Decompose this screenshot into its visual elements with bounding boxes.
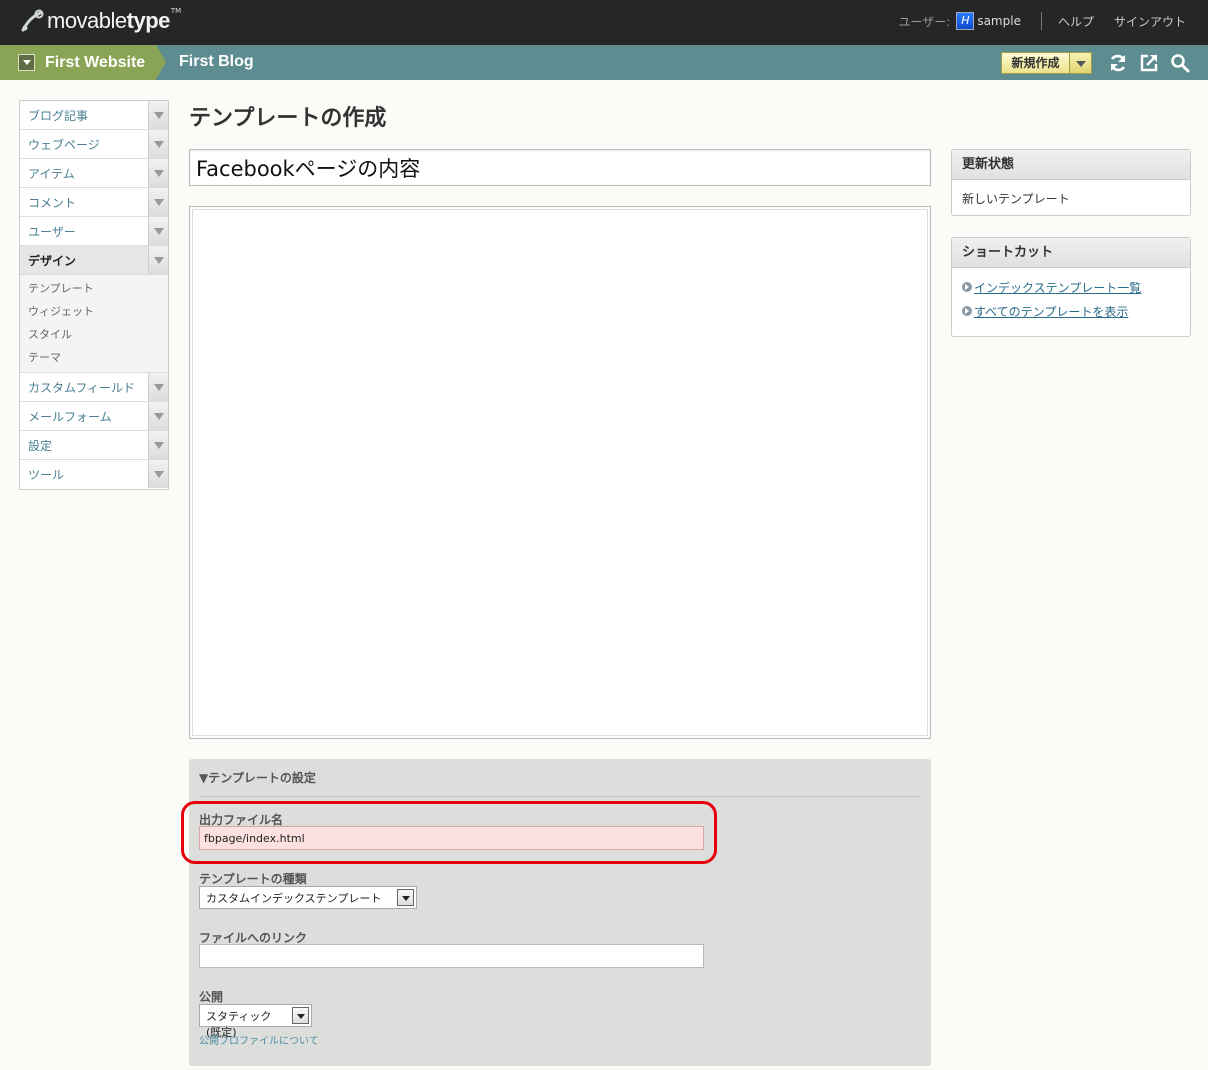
logo-text-bold: type <box>126 8 171 33</box>
chevron-down-icon[interactable] <box>292 1007 309 1024</box>
sidebar-item-settings[interactable]: 設定 <box>20 431 168 460</box>
sidebar-item-label: アイテム <box>28 166 75 181</box>
template-type-value: カスタムインデックステンプレート <box>206 892 382 905</box>
page-title: テンプレートの作成 <box>189 106 387 131</box>
sidebar-item-label: メールフォーム <box>28 409 112 424</box>
sidebar-item-assets[interactable]: アイテム <box>20 159 168 188</box>
submenu-item-themes[interactable]: テーマ <box>20 346 168 369</box>
publish-type-select[interactable]: スタティック(既定) <box>199 1004 312 1039</box>
chevron-down-icon[interactable] <box>148 159 168 187</box>
sidebar-item-label: カスタムフィールド <box>28 380 136 395</box>
output-filename-highlight <box>181 801 717 864</box>
template-body-editor[interactable] <box>189 206 931 739</box>
submenu-item-templates[interactable]: テンプレート <box>20 277 168 300</box>
avatar[interactable]: H <box>956 12 975 30</box>
template-name-input[interactable] <box>189 149 931 186</box>
signout-link[interactable]: サインアウト <box>1114 13 1186 30</box>
chevron-down-icon[interactable] <box>18 54 35 71</box>
sidebar-item-label: 設定 <box>28 438 53 453</box>
chevron-down-icon[interactable] <box>148 373 168 401</box>
logo-tm: TM <box>170 7 182 15</box>
external-view-icon[interactable] <box>1139 53 1159 73</box>
blog-bar: First Website First Blog 新規作成 <box>0 45 1208 80</box>
shortcut-index-templates[interactable]: インデックステンプレート一覧 <box>962 275 1180 299</box>
sidebar-item-webpages[interactable]: ウェブページ <box>20 130 168 159</box>
sidebar-item-label: ブログ記事 <box>28 108 89 123</box>
chevron-down-icon[interactable] <box>148 431 168 459</box>
sidebar-menu: ブログ記事 ウェブページ アイテム コメント ユーザー デザイン テンプレート … <box>19 100 169 490</box>
search-icon[interactable] <box>1170 53 1190 73</box>
template-type-label: テンプレートの種類 <box>199 872 307 886</box>
chevron-down-icon[interactable] <box>148 188 168 216</box>
sidebar-item-comments[interactable]: コメント <box>20 188 168 217</box>
sidebar-item-label: コメント <box>28 195 77 210</box>
movabletype-logo-icon <box>21 9 44 32</box>
shortcut-label[interactable]: インデックステンプレート一覧 <box>974 279 1141 296</box>
file-link-field[interactable] <box>199 944 704 968</box>
editor-textarea[interactable] <box>192 209 928 736</box>
chevron-down-icon[interactable] <box>148 402 168 430</box>
website-name[interactable]: First Website <box>45 54 145 72</box>
chevron-down-icon[interactable] <box>148 130 168 158</box>
shortcut-all-templates[interactable]: すべてのテンプレートを表示 <box>962 299 1180 323</box>
breadcrumb-arrow <box>156 45 166 79</box>
movabletype-logo[interactable]: movabletype TM <box>20 7 182 34</box>
chevron-down-icon[interactable] <box>148 246 168 274</box>
sidebar-item-entries[interactable]: ブログ記事 <box>20 101 168 130</box>
status-widget-title: 更新状態 <box>952 150 1190 180</box>
publish-profile-link[interactable]: 公開プロファイルについて <box>199 1032 319 1047</box>
help-link[interactable]: ヘルプ <box>1058 13 1094 30</box>
shortcut-widget: ショートカット インデックステンプレート一覧 すべてのテンプレートを表示 <box>951 237 1191 337</box>
sidebar-item-tools[interactable]: ツール <box>20 460 168 489</box>
publish-label: 公開 <box>199 990 224 1004</box>
shortcut-widget-title: ショートカット <box>952 238 1190 268</box>
submenu-item-styles[interactable]: スタイル <box>20 323 168 346</box>
sidebar-item-label: デザイン <box>28 253 77 268</box>
new-create-dropdown[interactable] <box>1069 53 1091 73</box>
user-nav: ユーザー: H sample ヘルプ サインアウト <box>899 12 1186 30</box>
chevron-down-icon[interactable] <box>148 101 168 129</box>
submenu-item-widgets[interactable]: ウィジェット <box>20 300 168 323</box>
shortcut-label[interactable]: すべてのテンプレートを表示 <box>974 303 1128 320</box>
settings-toggle[interactable]: ▼テンプレートの設定 <box>199 769 921 797</box>
new-create-button[interactable]: 新規作成 <box>1001 52 1092 74</box>
chevron-down-icon[interactable] <box>148 217 168 245</box>
template-type-select[interactable]: カスタムインデックステンプレート <box>199 886 417 909</box>
sidebar-item-users[interactable]: ユーザー <box>20 217 168 246</box>
sidebar-item-custom-fields[interactable]: カスタムフィールド <box>20 373 168 402</box>
design-submenu: テンプレート ウィジェット スタイル テーマ <box>20 275 168 373</box>
sidebar-item-design[interactable]: デザイン <box>20 246 168 275</box>
new-create-label[interactable]: 新規作成 <box>1002 53 1069 73</box>
sidebar-item-label: ウェブページ <box>28 137 100 152</box>
arrow-bullet-icon <box>962 282 972 292</box>
sidebar-item-mail-forms[interactable]: メールフォーム <box>20 402 168 431</box>
sidebar-item-label: ツール <box>28 468 65 482</box>
status-widget-text: 新しいテンプレート <box>962 192 1070 206</box>
chevron-down-icon[interactable] <box>148 460 168 488</box>
logo-text: movable <box>47 8 127 33</box>
top-bar: movabletype TM ユーザー: H sample ヘルプ サインアウト <box>0 0 1208 45</box>
website-breadcrumb[interactable]: First Website <box>0 45 166 80</box>
arrow-bullet-icon <box>962 306 972 316</box>
sidebar-item-label: ユーザー <box>28 224 76 239</box>
blog-name[interactable]: First Blog <box>179 53 254 71</box>
username-link[interactable]: sample <box>977 14 1021 28</box>
refresh-icon[interactable] <box>1108 53 1128 73</box>
user-label: ユーザー: <box>898 14 951 29</box>
status-widget: 更新状態 新しいテンプレート <box>951 149 1191 216</box>
divider <box>1040 12 1042 30</box>
chevron-down-icon[interactable] <box>397 889 414 906</box>
